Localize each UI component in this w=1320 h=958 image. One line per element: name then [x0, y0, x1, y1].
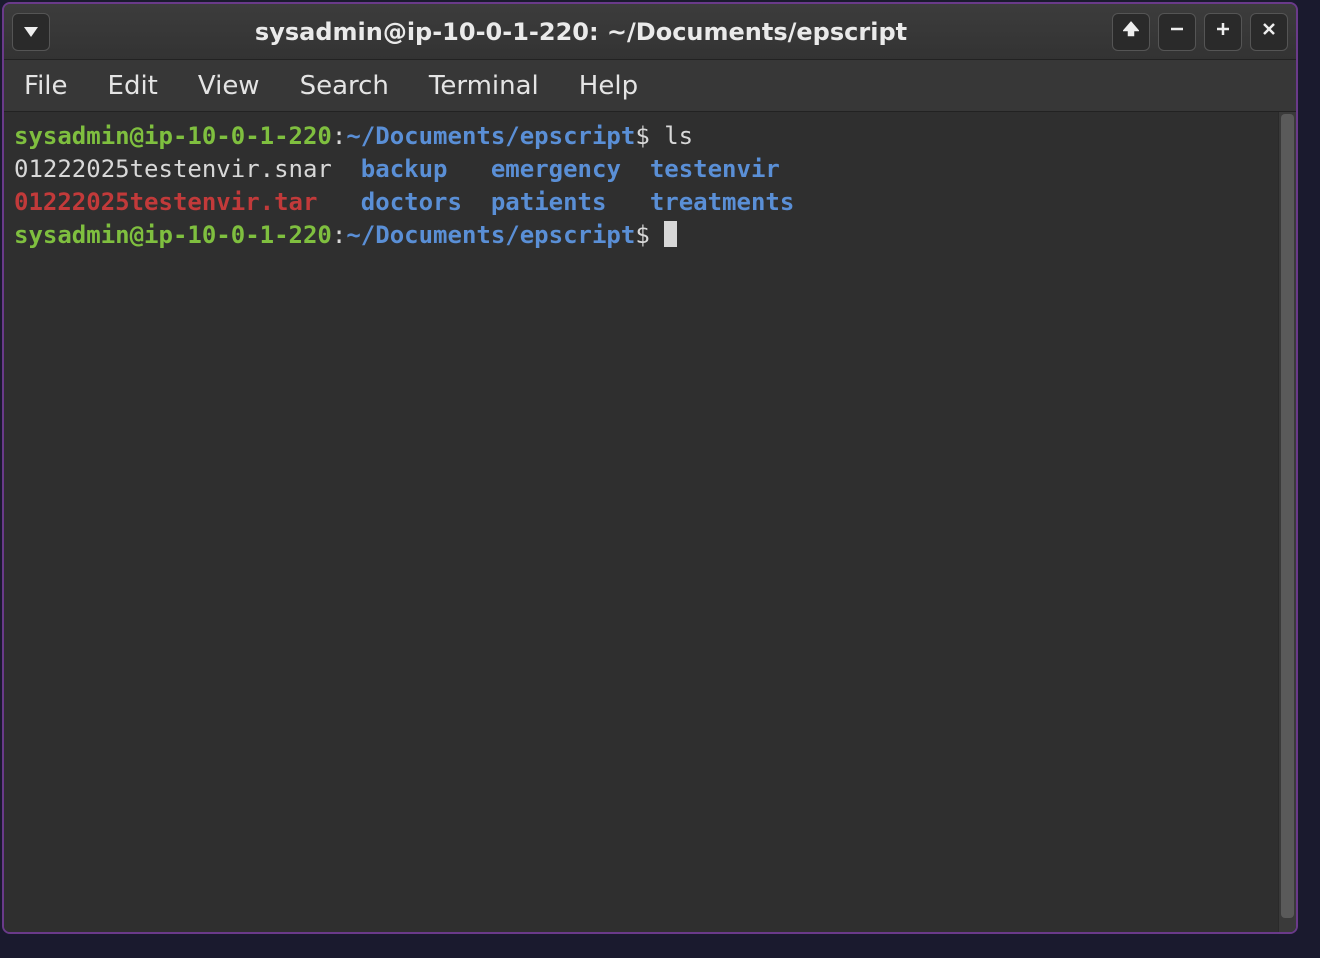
terminal-area: sysadmin@ip-10-0-1-220:~/Documents/epscr…	[4, 112, 1296, 932]
terminal-line-2: 01222025testenvir.snar backup emergency …	[14, 153, 1268, 186]
minimize-button[interactable]	[1158, 13, 1196, 51]
menu-view[interactable]: View	[192, 67, 266, 105]
scrollbar[interactable]	[1278, 112, 1296, 932]
ls-dir-testenvir: testenvir	[650, 155, 780, 183]
prompt-path: ~/Documents/epscript	[346, 122, 635, 150]
plus-icon	[1215, 21, 1231, 42]
titlebar-left	[12, 13, 50, 51]
ls-dir-treatments: treatments	[650, 188, 795, 216]
arrow-up-icon	[1123, 21, 1139, 42]
window-menu-button[interactable]	[12, 13, 50, 51]
ls-dir-doctors: doctors	[361, 188, 462, 216]
menu-search[interactable]: Search	[294, 67, 395, 105]
prompt-path-2: ~/Documents/epscript	[346, 221, 635, 249]
command-text: ls	[664, 122, 693, 150]
menu-help[interactable]: Help	[573, 67, 644, 105]
close-button[interactable]	[1250, 13, 1288, 51]
terminal-line-3: 01222025testenvir.tar doctors patients t…	[14, 186, 1268, 219]
terminal-content[interactable]: sysadmin@ip-10-0-1-220:~/Documents/epscr…	[4, 112, 1278, 932]
menu-file[interactable]: File	[18, 67, 74, 105]
prompt-sep-2: :	[332, 221, 346, 249]
menu-terminal[interactable]: Terminal	[423, 67, 545, 105]
close-icon	[1261, 21, 1277, 42]
terminal-line-1: sysadmin@ip-10-0-1-220:~/Documents/epscr…	[14, 120, 1268, 153]
ls-file-tar: 01222025testenvir.tar	[14, 188, 317, 216]
cursor-icon	[664, 221, 677, 247]
prompt-sigil: $	[635, 122, 664, 150]
titlebar-right	[1112, 13, 1288, 51]
ls-dir-backup: backup	[361, 155, 448, 183]
menu-edit[interactable]: Edit	[102, 67, 164, 105]
prompt-sep: :	[332, 122, 346, 150]
ls-file-snar: 01222025testenvir.snar	[14, 155, 332, 183]
scrollbar-thumb[interactable]	[1281, 114, 1294, 918]
prompt-userhost-2: sysadmin@ip-10-0-1-220	[14, 221, 332, 249]
prompt-sigil-2: $	[635, 221, 664, 249]
prompt-userhost: sysadmin@ip-10-0-1-220	[14, 122, 332, 150]
ls-dir-emergency: emergency	[491, 155, 621, 183]
keep-above-button[interactable]	[1112, 13, 1150, 51]
minimize-icon	[1169, 21, 1185, 42]
terminal-line-4: sysadmin@ip-10-0-1-220:~/Documents/epscr…	[14, 219, 1268, 252]
caret-down-icon	[24, 22, 38, 41]
menubar: File Edit View Search Terminal Help	[4, 60, 1296, 112]
maximize-button[interactable]	[1204, 13, 1242, 51]
terminal-window: sysadmin@ip-10-0-1-220: ~/Documents/epsc…	[2, 2, 1298, 934]
titlebar: sysadmin@ip-10-0-1-220: ~/Documents/epsc…	[4, 4, 1296, 60]
ls-dir-patients: patients	[491, 188, 607, 216]
window-title: sysadmin@ip-10-0-1-220: ~/Documents/epsc…	[50, 18, 1112, 46]
